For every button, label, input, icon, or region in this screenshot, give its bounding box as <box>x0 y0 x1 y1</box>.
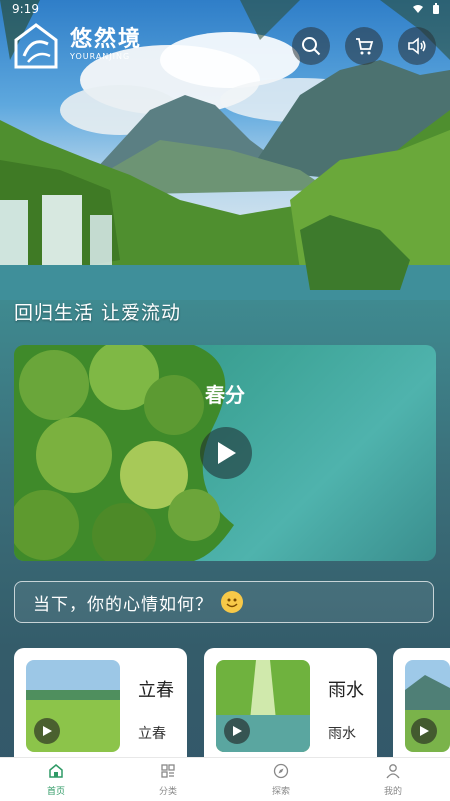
solar-term-card[interactable]: 雨水 雨水 <box>204 648 377 772</box>
nav-label: 分类 <box>158 787 177 797</box>
nav-item-profile[interactable]: 我的 <box>363 763 423 797</box>
search-icon <box>302 37 321 56</box>
play-icon <box>420 726 429 736</box>
card-play-button[interactable] <box>411 718 437 744</box>
nav-label: 探索 <box>271 787 290 797</box>
smile-emoji-icon <box>221 591 243 613</box>
nav-item-category[interactable]: 分类 <box>138 763 198 797</box>
status-bar: 9:19 <box>0 0 450 20</box>
card-play-button[interactable] <box>34 718 60 744</box>
featured-video-card[interactable]: 春分 <box>14 345 436 561</box>
play-icon <box>233 726 242 736</box>
solar-term-card[interactable] <box>393 648 450 772</box>
play-icon <box>218 442 236 464</box>
brand-logo-icon <box>14 23 58 69</box>
nav-item-explore[interactable]: 探索 <box>251 763 311 797</box>
battery-icon <box>433 3 439 14</box>
nav-item-home[interactable]: 首页 <box>26 763 86 797</box>
hero-play-button[interactable] <box>200 427 252 479</box>
cart-button[interactable] <box>345 27 383 65</box>
card-thumbnail <box>26 660 120 752</box>
search-button[interactable] <box>292 27 330 65</box>
home-icon <box>49 764 63 778</box>
hero-title: 春分 <box>205 383 245 407</box>
card-play-button[interactable] <box>224 718 250 744</box>
mood-prompt[interactable]: 当下，你的心情如何？ <box>14 581 434 623</box>
nav-label: 我的 <box>383 787 402 797</box>
category-icon <box>161 764 175 778</box>
wifi-icon <box>413 5 423 13</box>
bottom-navigation: 首页 分类 探索 我的 <box>0 757 450 801</box>
slogan: 回归生活 让爱流动 <box>14 302 182 324</box>
nav-label: 首页 <box>46 787 65 797</box>
card-thumbnail <box>216 660 310 752</box>
brand-subtitle: YOURANJING <box>70 52 131 61</box>
card-thumbnail <box>405 660 450 752</box>
brand-wordmark: 悠然境 YOURANJING <box>70 28 142 62</box>
cart-icon <box>356 38 374 55</box>
card-title: 立春 <box>138 680 174 701</box>
solar-term-card[interactable]: 立春 立春 <box>14 648 187 772</box>
card-subtitle: 雨水 <box>328 726 356 742</box>
card-title: 雨水 <box>328 680 364 701</box>
compass-icon <box>273 763 289 779</box>
status-icons <box>412 3 440 15</box>
mood-prompt-text: 当下，你的心情如何？ <box>33 594 213 615</box>
sound-button[interactable] <box>398 27 436 65</box>
status-time: 9:19 <box>12 2 39 16</box>
speaker-icon <box>408 37 426 55</box>
profile-icon <box>386 764 400 779</box>
play-icon <box>43 726 52 736</box>
card-subtitle: 立春 <box>138 726 166 742</box>
brand-name: 悠然境 <box>70 27 143 52</box>
